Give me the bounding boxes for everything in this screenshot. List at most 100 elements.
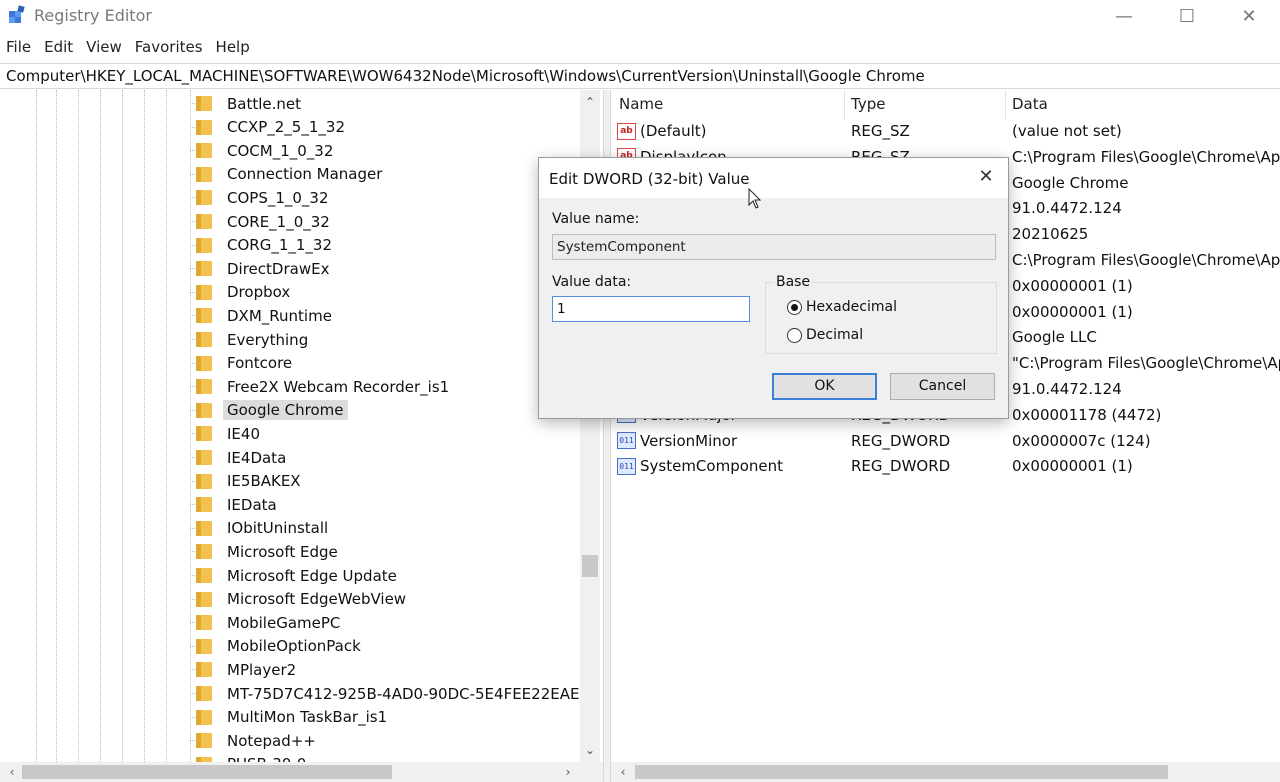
value-name: VersionMinor — [640, 431, 738, 450]
tree-item[interactable]: CORE_1_0_32 — [196, 210, 334, 233]
menu-edit[interactable]: Edit — [38, 36, 80, 60]
list-horizontal-scrollbar[interactable]: ‹ — [611, 762, 1280, 782]
value-name-field: SystemComponent — [552, 234, 996, 260]
tree-item-label: Microsoft EdgeWebView — [227, 590, 407, 609]
tree-item[interactable]: MPlayer2 — [196, 658, 300, 681]
menu-favorites[interactable]: Favorites — [129, 36, 210, 60]
value-data-cell: 0x00000001 (1) — [1012, 457, 1133, 476]
tree-item[interactable]: Battle.net — [196, 92, 305, 115]
tree-item[interactable]: Fontcore — [196, 352, 296, 375]
ok-button[interactable]: OK — [772, 373, 877, 400]
scroll-left-arrow-icon[interactable]: ‹ — [613, 762, 633, 782]
folder-icon — [196, 166, 213, 182]
tree-item[interactable]: Free2X Webcam Recorder_is1 — [196, 375, 453, 398]
tree-guide-line — [144, 90, 145, 762]
scroll-left-arrow-icon[interactable]: ‹ — [2, 762, 22, 782]
tree-item[interactable]: MultiMon TaskBar_is1 — [196, 706, 391, 729]
tree-item-label: PUSB-30-0 — [223, 754, 310, 762]
column-header-data[interactable]: Data — [1012, 95, 1048, 113]
tree-item[interactable]: Connection Manager — [196, 163, 386, 186]
decimal-radio[interactable]: Decimal — [787, 327, 863, 343]
tree-item[interactable]: MT-75D7C412-925B-4AD0-90DC-5E4FEE22EAE1_… — [196, 682, 603, 705]
value-data-cell: 20210625 — [1012, 225, 1089, 244]
tree-item[interactable]: CORG_1_1_32 — [196, 234, 336, 257]
column-separator[interactable] — [1005, 90, 1006, 120]
tree-item-label: DirectDrawEx — [227, 259, 330, 278]
tree-item[interactable]: CCXP_2_5_1_32 — [196, 116, 349, 139]
tree-item[interactable]: Microsoft Edge Update — [196, 564, 401, 587]
radio-unchecked-icon[interactable] — [787, 327, 802, 343]
value-data-cell: (value not set) — [1012, 122, 1122, 140]
tree-item[interactable]: Everything — [196, 328, 312, 351]
table-row[interactable]: 011 VersionMinor REG_DWORD 0x0000007c (124) — [611, 430, 1280, 456]
tree-item-label: MobileOptionPack — [227, 637, 361, 656]
tree-item-label: IEData — [227, 495, 277, 514]
tree-item[interactable]: PUSB-30-0 — [196, 753, 310, 762]
tree-item[interactable]: Notepad++ — [196, 729, 320, 752]
menu-file[interactable]: File — [0, 36, 38, 60]
tree-item[interactable]: COPS_1_0_32 — [196, 186, 333, 209]
mouse-cursor-icon — [748, 188, 762, 209]
tree-item-label: MobileGamePC — [227, 613, 341, 632]
tree-item[interactable]: MobileGamePC — [196, 611, 344, 634]
string-value-icon: ab — [617, 122, 636, 140]
dialog-title: Edit DWORD (32-bit) Value — [549, 170, 750, 188]
radio-checked-icon[interactable] — [787, 299, 802, 315]
value-data-cell: 0x0000007c (124) — [1012, 431, 1151, 450]
minimize-button[interactable]: — — [1093, 0, 1155, 32]
folder-icon — [196, 520, 213, 536]
tree-item[interactable]: IObitUninstall — [196, 517, 332, 540]
column-header-type[interactable]: Type — [851, 95, 885, 113]
folder-icon — [196, 638, 213, 654]
tree-item[interactable]: COCM_1_0_32 — [196, 139, 337, 162]
address-path[interactable]: Computer\HKEY_LOCAL_MACHINE\SOFTWARE\WOW… — [6, 67, 925, 85]
folder-icon — [196, 332, 213, 347]
base-label: Base — [774, 274, 813, 290]
scroll-right-arrow-icon[interactable]: › — [558, 762, 578, 782]
address-bar[interactable]: Computer\HKEY_LOCAL_MACHINE\SOFTWARE\WOW… — [0, 63, 1280, 89]
column-separator[interactable] — [844, 90, 845, 120]
menu-view[interactable]: View — [80, 36, 129, 60]
tree-item[interactable]: IE4Data — [196, 446, 290, 469]
value-data-cell: C:\Program Files\Google\Chrome\Applicati… — [1012, 147, 1280, 166]
folder-icon — [196, 190, 213, 206]
tree-item[interactable]: Google Chrome — [196, 399, 348, 422]
tree-item-label: MPlayer2 — [227, 660, 297, 679]
tree-item[interactable]: Microsoft EdgeWebView — [196, 588, 410, 611]
tree-item-label: Dropbox — [227, 283, 291, 302]
tree-item[interactable]: Microsoft Edge — [196, 540, 342, 563]
value-data-label: Value data: — [552, 274, 632, 290]
menu-help[interactable]: Help — [210, 36, 257, 60]
dialog-close-icon[interactable]: ✕ — [972, 166, 1000, 190]
table-row[interactable]: ab (Default) REG_SZ (value not set) — [611, 120, 1280, 146]
tree-item[interactable]: DirectDrawEx — [196, 257, 333, 280]
folder-icon — [196, 473, 213, 489]
tree-item[interactable]: IE40 — [196, 422, 264, 445]
tree-item[interactable]: IEData — [196, 493, 281, 516]
hexadecimal-radio[interactable]: Hexadecimal — [787, 299, 897, 315]
value-type-cell: REG_DWORD — [851, 431, 951, 450]
value-data-input[interactable]: 1 — [552, 296, 750, 322]
tree-item[interactable]: DXM_Runtime — [196, 304, 336, 327]
tree-item[interactable]: MobileOptionPack — [196, 635, 365, 658]
tree-item-label: Google Chrome — [223, 400, 348, 421]
folder-icon — [196, 544, 213, 560]
value-name: SystemComponent — [640, 457, 784, 476]
scroll-thumb[interactable] — [22, 765, 392, 779]
scroll-thumb[interactable] — [582, 555, 598, 577]
close-button[interactable]: ✕ — [1218, 0, 1280, 32]
tree-item[interactable]: Dropbox — [196, 281, 294, 304]
folder-icon — [196, 709, 213, 725]
maximize-button[interactable]: ☐ — [1156, 0, 1218, 32]
table-row[interactable]: 011 SystemComponent REG_DWORD 0x00000001 (1… — [611, 455, 1280, 481]
cancel-button[interactable]: Cancel — [890, 373, 995, 400]
scroll-down-arrow-icon[interactable]: ⌄ — [580, 740, 600, 760]
scroll-thumb[interactable] — [635, 765, 1168, 779]
tree-horizontal-scrollbar[interactable]: ‹ › — [0, 762, 603, 782]
tree-item-label: Free2X Webcam Recorder_is1 — [227, 377, 450, 396]
scroll-up-arrow-icon[interactable]: ⌃ — [580, 92, 600, 112]
column-header-name[interactable]: Name — [619, 95, 663, 113]
value-type-cell: REG_SZ — [851, 122, 910, 140]
tree-item[interactable]: IE5BAKEX — [196, 470, 305, 493]
tree-item-label: Notepad++ — [227, 731, 316, 750]
